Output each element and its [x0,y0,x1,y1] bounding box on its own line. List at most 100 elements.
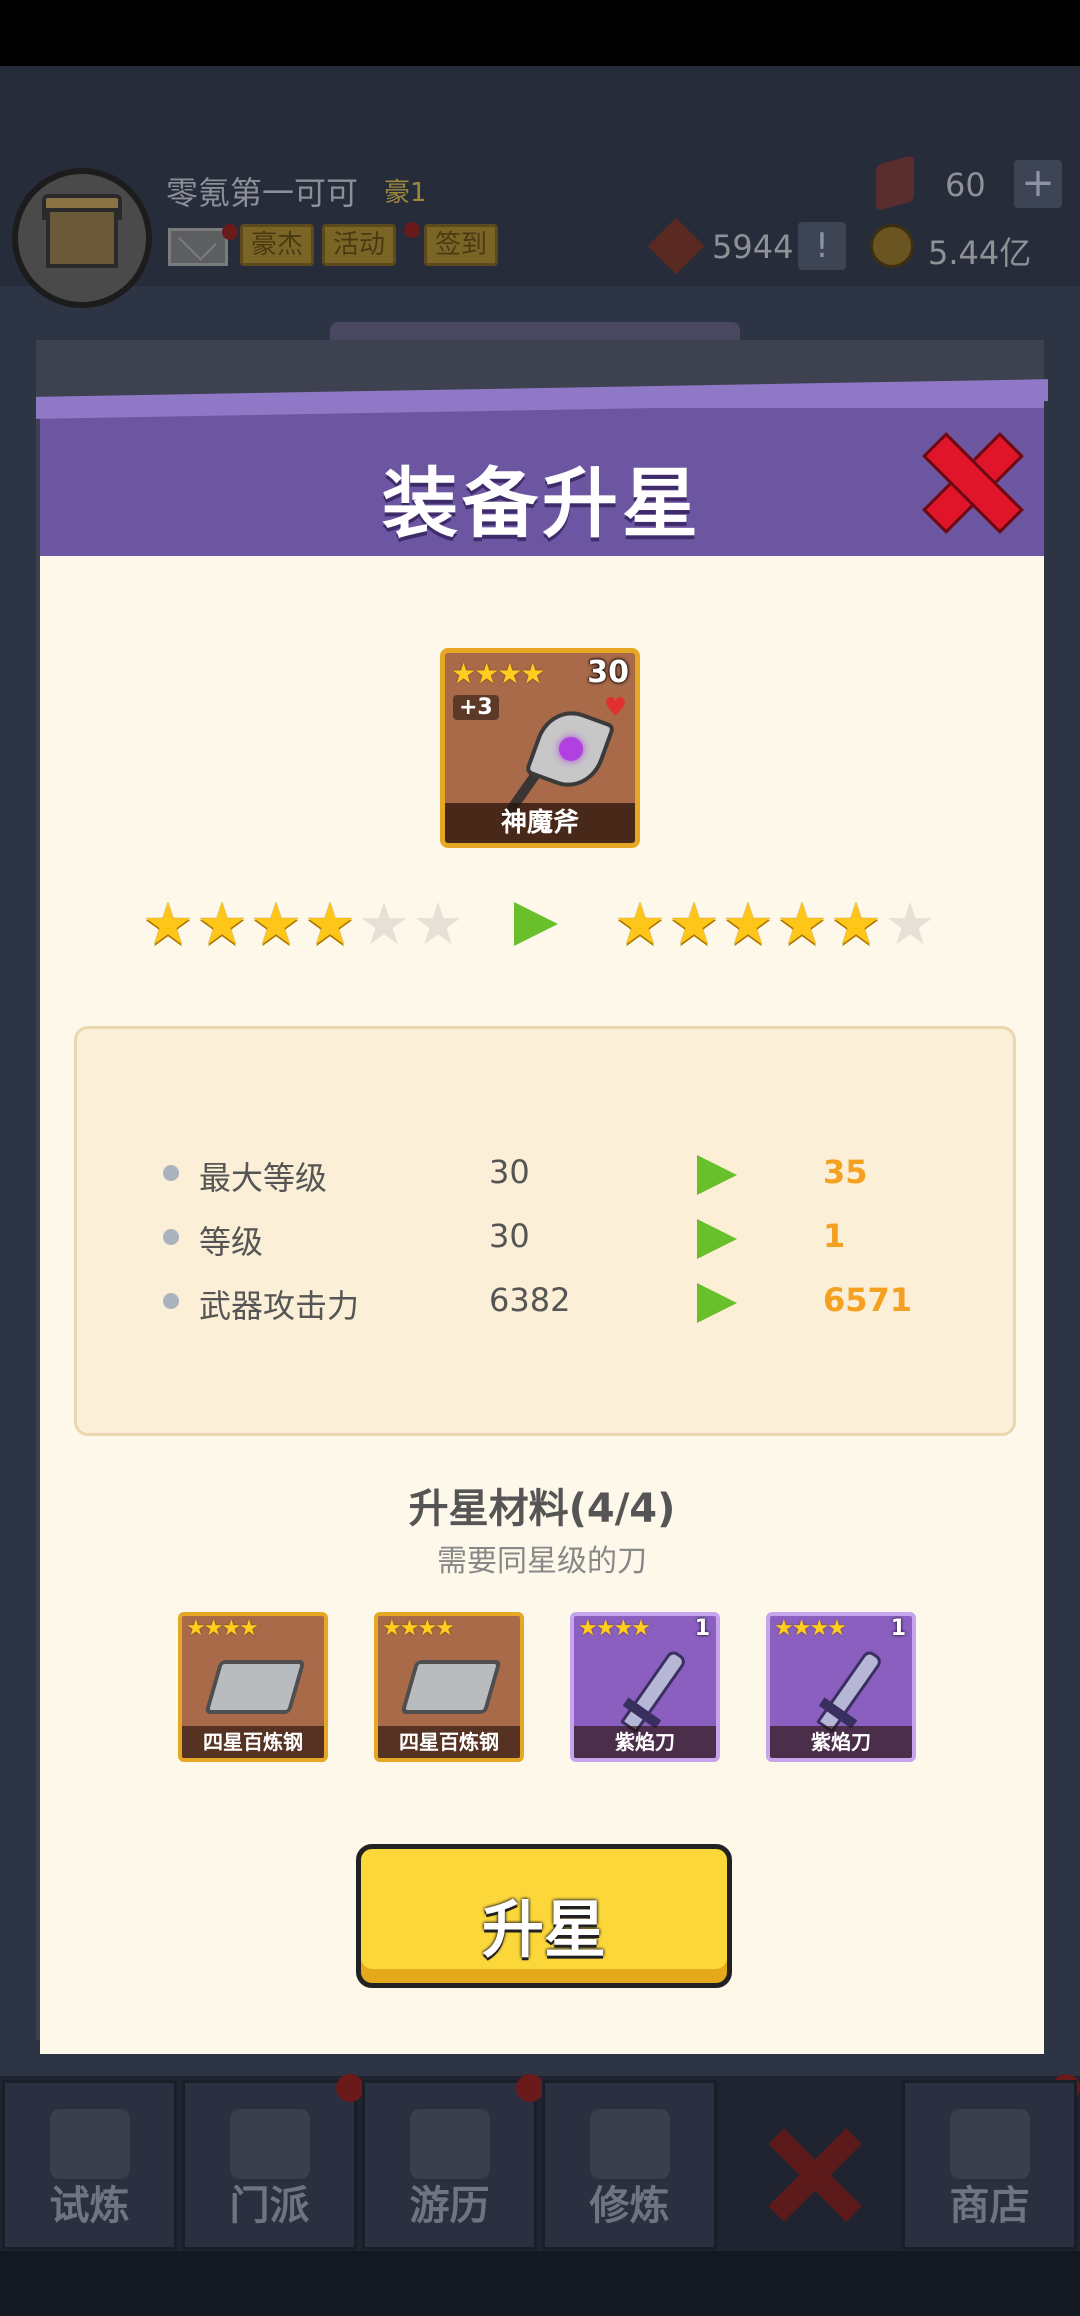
stat-new-value: 1 [823,1217,846,1255]
travel-icon [409,2109,490,2179]
coin-icon [870,224,914,268]
nav-shop[interactable]: 商店 [902,2080,1077,2250]
nav-trial[interactable]: 试炼 [2,2080,177,2250]
bullet-icon [163,1293,179,1309]
checkin-button[interactable]: 签到 [424,224,499,266]
current-stars: ★ ★ ★ ★ ★ ★ [142,894,464,954]
stat-label: 等级 [199,1223,264,1261]
close-icon[interactable] [922,432,1018,528]
material-slot[interactable]: ★★★★ 1 紫焰刀 [570,1612,720,1762]
arrow-right-icon [697,1219,737,1259]
material-stars: ★★★★ [382,1616,455,1641]
rank-badge: 豪1 [384,178,427,208]
nav-sect[interactable]: 门派 [182,2080,357,2250]
stats-panel: 最大等级 30 35 等级 30 1 武器攻击力 6382 6571 [74,1026,1016,1436]
star-filled-icon: ★ [250,890,302,958]
stat-new-value: 35 [823,1153,868,1191]
axe-gem [559,737,583,761]
star-filled-icon: ★ [142,890,194,958]
heart-icon: ♥ [603,693,627,723]
material-slot[interactable]: ★★★★ 四星百炼钢 [374,1612,524,1762]
arrow-right-icon [514,902,558,946]
star-filled-icon: ★ [830,890,882,958]
events-notification-dot [404,222,420,238]
material-name: 四星百炼钢 [182,1726,324,1758]
trial-icon [49,2109,130,2179]
materials-title: 升星材料(4/4) [408,1486,676,1532]
stat-old-value: 6382 [489,1281,571,1319]
star-empty-icon: ★ [358,890,410,958]
jade-info-button[interactable]: ! [798,222,846,270]
stat-old-value: 30 [489,1153,530,1191]
status-bar [0,0,1080,66]
stat-label: 武器攻击力 [199,1287,360,1325]
next-stars: ★ ★ ★ ★ ★ ★ [614,894,936,954]
events-button[interactable]: 活动 [322,224,397,266]
material-name: 紫焰刀 [770,1726,912,1758]
nav-travel[interactable]: 游历 [362,2080,537,2250]
material-name: 紫焰刀 [574,1726,716,1758]
stat-row: 等级 30 1 [77,1213,1013,1263]
material-slot[interactable]: ★★★★ 1 紫焰刀 [766,1612,916,1762]
star-empty-icon: ★ [412,890,464,958]
cultivate-icon [589,2109,670,2179]
mail-icon[interactable] [168,228,228,266]
ingot-icon [204,1660,306,1714]
material-name: 四星百炼钢 [378,1726,520,1758]
shop-icon [949,2109,1030,2179]
player-name: 零氪第一可可 [166,174,359,212]
upgrade-star-label: 升星 [481,1893,606,1966]
star-filled-icon: ★ [304,890,356,958]
nav-trial-label: 试炼 [49,2183,130,2229]
mail-notification-dot [222,224,238,240]
equipment-card[interactable]: ★★★★ 30 ♥ +3 神魔斧 [440,648,640,848]
stat-old-value: 30 [489,1217,530,1255]
nav-cultivate-label: 修炼 [589,2183,670,2229]
nav-close-icon[interactable] [760,2120,870,2230]
star-filled-icon: ★ [614,890,666,958]
bullet-icon [163,1229,179,1245]
star-empty-icon: ★ [884,890,936,958]
star-filled-icon: ★ [668,890,720,958]
stat-new-value: 6571 [823,1281,913,1319]
chest-body [46,208,118,268]
jade-count: 5944 [712,228,794,266]
material-stars: ★★★★ [186,1616,259,1641]
nav-sect-label: 门派 [229,2183,310,2229]
nav-cultivate[interactable]: 修炼 [542,2080,717,2250]
coin-count: 5.44亿 [928,234,1032,272]
ingot-icon [400,1660,502,1714]
material-quantity: 1 [890,1616,906,1641]
material-stars: ★★★★ [578,1616,651,1641]
stat-row: 最大等级 30 35 [77,1149,1013,1199]
bullet-icon [163,1165,179,1181]
nav-shop-label: 商店 [949,2183,1030,2229]
star-filled-icon: ★ [776,890,828,958]
upgrade-star-button[interactable]: 升星 [356,1844,732,1988]
gem-count: 60 [945,166,986,204]
stat-row: 武器攻击力 6382 6571 [77,1277,1013,1327]
material-stars: ★★★★ [774,1616,847,1641]
modal-title: 装备升星 [382,459,702,548]
star-filled-icon: ★ [722,890,774,958]
nav-notification-dot [516,2074,544,2102]
materials-subtitle: 需要同星级的刀 [437,1544,647,1579]
equipment-stars: ★★★★ [451,657,545,690]
system-nav-bar [0,2251,1080,2316]
avatar[interactable] [12,168,152,308]
stat-label: 最大等级 [199,1159,328,1197]
arrow-right-icon [697,1283,737,1323]
equipment-refine: +3 [453,695,499,720]
equipment-name: 神魔斧 [445,803,635,843]
sect-icon [229,2109,310,2179]
nav-notification-dot [336,2074,364,2102]
star-filled-icon: ★ [196,890,248,958]
equipment-level: 30 [587,655,629,690]
nav-travel-label: 游历 [409,2183,490,2229]
top-bar [0,66,1080,286]
arrow-right-icon [697,1155,737,1195]
heroes-button[interactable]: 豪杰 [240,224,315,266]
material-slot[interactable]: ★★★★ 四星百炼钢 [178,1612,328,1762]
add-gems-button[interactable]: + [1014,160,1062,208]
material-quantity: 1 [694,1616,710,1641]
